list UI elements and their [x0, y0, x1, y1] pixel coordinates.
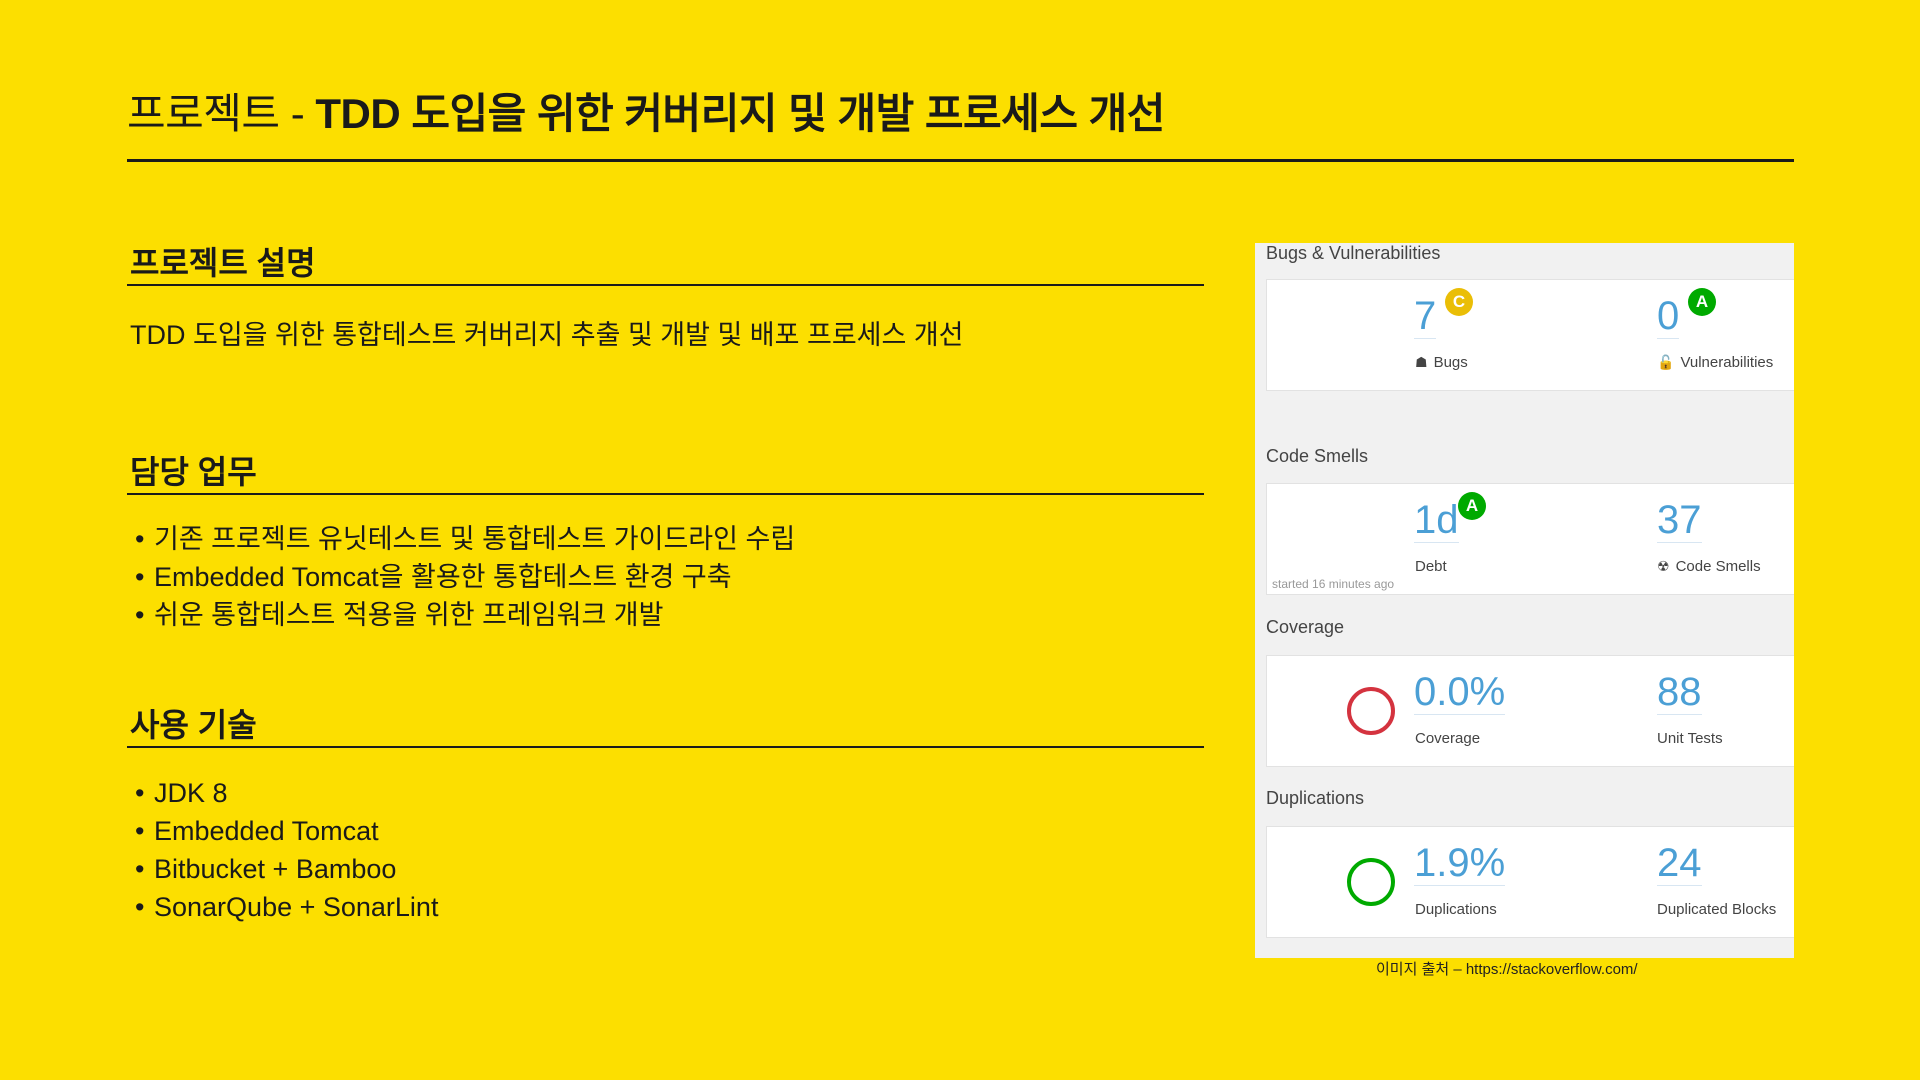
title-prefix: 프로젝트 - [127, 90, 316, 137]
unit-tests-label: Unit Tests [1657, 730, 1723, 747]
duplicated-blocks-value[interactable]: 24 [1657, 841, 1702, 886]
description-divider [127, 284, 1204, 286]
list-item: • Embedded Tomcat을 활용한 통합테스트 환경 구축 [135, 562, 732, 592]
unlock-icon: 🔓 [1657, 354, 1675, 370]
list-item: • JDK 8 [135, 778, 228, 808]
bugs-vulnerabilities-card: 7 C ☗ Bugs 0 A 🔓 Vulnerabilities [1266, 279, 1794, 391]
image-source-caption: 이미지 출처 – https://stackoverflow.com/ [1376, 961, 1638, 978]
coverage-label: Coverage [1415, 730, 1481, 747]
list-item: • 쉬운 통합테스트 적용을 위한 프레임워크 개발 [135, 600, 664, 630]
list-item: • Bitbucket + Bamboo [135, 854, 397, 884]
debt-rating-badge[interactable]: A [1458, 492, 1486, 520]
duties-heading: 담당 업무 [130, 454, 257, 490]
bug-icon: ☗ [1415, 354, 1428, 370]
vulnerabilities-rating-badge[interactable]: A [1688, 288, 1716, 316]
analysis-started-text: started 16 minutes ago [1272, 577, 1395, 591]
duplications-heading: Duplications [1266, 788, 1365, 808]
duties-divider [127, 493, 1204, 495]
tech-divider [127, 746, 1204, 748]
code-smells-heading: Code Smells [1266, 446, 1369, 466]
radiation-icon: ☢ [1657, 558, 1670, 574]
bugs-label: ☗ Bugs [1415, 354, 1468, 371]
duplicated-blocks-label: Duplicated Blocks [1657, 901, 1777, 918]
title-main: TDD 도입을 위한 커버리지 및 개발 프로세스 개선 [315, 90, 1165, 137]
duplications-card: 1.9% Duplications 24 Duplicated Blocks [1266, 826, 1794, 938]
code-smells-label: ☢ Code Smells [1657, 558, 1761, 575]
bugs-vulnerabilities-heading: Bugs & Vulnerabilities [1266, 243, 1441, 263]
list-item: • SonarQube + SonarLint [135, 892, 439, 922]
description-text: TDD 도입을 위한 통합테스트 커버리지 추출 및 개발 및 배포 프로세스 … [130, 320, 964, 350]
list-item: • Embedded Tomcat [135, 816, 379, 846]
coverage-heading: Coverage [1266, 617, 1345, 637]
description-heading: 프로젝트 설명 [130, 245, 316, 281]
tech-list: • JDK 8 • Embedded Tomcat • Bitbucket + Bam… [135, 774, 438, 926]
coverage-card: 0.0% Coverage 88 Unit Tests [1266, 655, 1794, 767]
slide-title: 프로젝트 - TDD 도입을 위한 커버리지 및 개발 프로세스 개선 [127, 80, 1165, 141]
bugs-value[interactable]: 7 [1414, 294, 1437, 339]
list-item: • 기존 프로젝트 유닛테스트 및 통합테스트 가이드라인 수립 [135, 524, 796, 554]
debt-value[interactable]: 1d [1414, 498, 1459, 543]
debt-label: Debt [1415, 558, 1447, 575]
vulnerabilities-label: 🔓 Vulnerabilities [1657, 354, 1774, 371]
bugs-rating-badge[interactable]: C [1445, 288, 1473, 316]
title-divider [127, 159, 1794, 162]
duplications-ring-icon [1347, 858, 1395, 906]
coverage-value[interactable]: 0.0% [1414, 670, 1506, 715]
sonarqube-dashboard-image: Bugs & Vulnerabilities 7 C ☗ Bugs 0 A 🔓 Vu… [1255, 243, 1794, 958]
duties-list: • 기존 프로젝트 유닛테스트 및 통합테스트 가이드라인 수립 • Embedde… [135, 520, 795, 634]
coverage-ring-icon [1347, 687, 1395, 735]
tech-heading: 사용 기술 [130, 707, 257, 743]
vulnerabilities-value[interactable]: 0 [1657, 294, 1680, 339]
unit-tests-value[interactable]: 88 [1657, 670, 1702, 715]
code-smells-value[interactable]: 37 [1657, 498, 1702, 543]
duplications-value[interactable]: 1.9% [1414, 841, 1506, 886]
duplications-label: Duplications [1415, 901, 1497, 918]
